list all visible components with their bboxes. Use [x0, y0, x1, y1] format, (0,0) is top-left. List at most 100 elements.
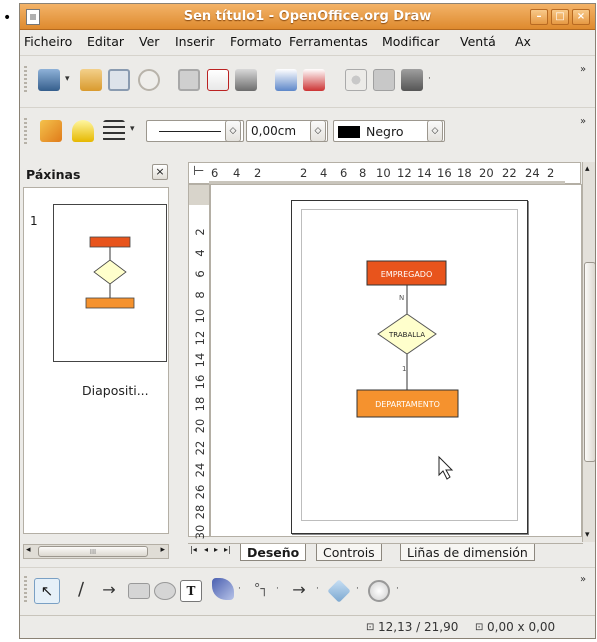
email-icon[interactable]: [138, 69, 160, 91]
vertical-ruler[interactable]: 2 4 6 8 10 12 14 16 18 20 22 24 26 28 30: [188, 184, 210, 540]
lines-arrows-icon[interactable]: →: [288, 580, 310, 602]
line-style-field[interactable]: ◇: [146, 120, 244, 142]
ruler-tick: 16: [193, 374, 207, 390]
ruler-tick: 10: [193, 308, 207, 324]
line-color-field[interactable]: Negro ◇: [333, 120, 445, 142]
toolbar-overflow-icon[interactable]: »: [580, 116, 586, 127]
close-window-button[interactable]: ×: [572, 9, 590, 25]
curve-icon[interactable]: [212, 578, 234, 600]
menu-inserir[interactable]: Inserir: [175, 34, 215, 49]
scroll-thumb[interactable]: III: [38, 546, 148, 557]
line-color-dropdown[interactable]: ◇: [427, 120, 443, 142]
new-document-icon[interactable]: [38, 69, 60, 91]
ruler-tick: 24: [525, 166, 540, 180]
tab-stop-icon[interactable]: ⊢: [193, 164, 204, 179]
pages-panel-scrollbar[interactable]: ◂ III ▸: [23, 544, 169, 559]
tab-nav-prev-icon[interactable]: ◂: [204, 545, 208, 554]
status-size: 0,00 x 0,00: [487, 620, 556, 634]
chevron-down-icon[interactable]: ·: [396, 584, 399, 594]
arrow-line-icon[interactable]: →: [98, 580, 120, 602]
drawing-canvas[interactable]: EMPREGADO N TRABALLA 1 DEPARTAMENTO: [210, 184, 582, 537]
close-panel-button[interactable]: ×: [152, 164, 168, 180]
toolbar-overflow-icon[interactable]: »: [580, 574, 586, 585]
tab-nav-first-icon[interactable]: |◂: [190, 545, 197, 554]
tab-nav-next-icon[interactable]: ▸: [214, 545, 218, 554]
pages-panel-title: Páxinas: [26, 167, 81, 182]
auto-spellcheck-icon[interactable]: [303, 69, 325, 91]
position-icon: ⊡: [366, 622, 375, 633]
scroll-down-icon[interactable]: ▾: [585, 530, 590, 540]
scroll-right-icon[interactable]: ▸: [160, 545, 165, 555]
text-icon[interactable]: T: [180, 580, 202, 602]
chevron-down-icon[interactable]: ·: [276, 584, 279, 594]
chevron-down-icon[interactable]: ·: [238, 584, 241, 594]
line-style-icon[interactable]: [40, 120, 62, 142]
minimize-button[interactable]: –: [530, 9, 548, 25]
menu-ficheiro[interactable]: Ficheiro: [24, 34, 72, 49]
ruler-tick: 14: [417, 166, 432, 180]
toolbar-grip[interactable]: [24, 118, 27, 146]
chevron-down-icon[interactable]: ▾: [130, 124, 135, 134]
ruler-tick: 4: [233, 166, 241, 180]
connector-icon[interactable]: °┐: [250, 580, 272, 602]
ruler-tick: 10: [376, 166, 391, 180]
symbol-shapes-icon[interactable]: [368, 580, 390, 602]
title-bar[interactable]: Sen título1 - OpenOffice.org Draw – □ ×: [20, 4, 595, 30]
export-pdf-icon[interactable]: [207, 69, 229, 91]
toolbar-overflow-icon[interactable]: »: [580, 64, 586, 75]
chevron-down-icon[interactable]: ·: [356, 584, 359, 594]
paste-dropdown-icon[interactable]: ·: [428, 74, 431, 84]
er-diagram: EMPREGADO N TRABALLA 1 DEPARTAMENTO: [356, 260, 459, 480]
horizontal-ruler[interactable]: ⊢ 6 4 2 2 4 6 8 10 12 14 16 18 20 22 24 …: [188, 162, 581, 184]
mouse-cursor-icon: [438, 455, 454, 480]
basic-shapes-icon[interactable]: [327, 579, 351, 603]
scroll-left-icon[interactable]: ◂: [26, 545, 31, 555]
scroll-up-icon[interactable]: ▴: [585, 164, 590, 174]
menu-ver[interactable]: Ver: [139, 34, 159, 49]
tab-nav-last-icon[interactable]: ▸|: [224, 545, 231, 554]
ruler-tick: 22: [193, 440, 207, 456]
menu-editar[interactable]: Editar: [87, 34, 124, 49]
tab-linas-dimension[interactable]: Liñas de dimensión: [400, 544, 535, 561]
menu-venta[interactable]: Ventá: [460, 34, 496, 49]
ruler-tick: 8: [359, 166, 367, 180]
menu-axuda[interactable]: Ax: [515, 34, 531, 49]
toolbar-grip[interactable]: [24, 66, 27, 94]
edit-file-icon[interactable]: [178, 69, 200, 91]
line-width-spinner[interactable]: ◇: [310, 120, 326, 142]
scroll-thumb[interactable]: [584, 262, 595, 462]
tab-deseno[interactable]: Deseño: [240, 544, 307, 561]
vertical-scrollbar[interactable]: ▴ ▾: [582, 162, 595, 542]
rectangle-icon[interactable]: [128, 583, 150, 599]
color-swatch: [338, 126, 360, 138]
cut-icon[interactable]: [345, 69, 367, 91]
copy-icon[interactable]: [373, 69, 395, 91]
ruler-tick: 2: [254, 166, 262, 180]
chevron-down-icon[interactable]: ▾: [65, 74, 70, 84]
line-style-dropdown[interactable]: ◇: [225, 120, 241, 142]
paste-icon[interactable]: [401, 69, 423, 91]
line-icon[interactable]: ∕: [70, 580, 92, 602]
open-folder-icon[interactable]: [80, 69, 102, 91]
area-fill-icon[interactable]: [72, 120, 94, 142]
menu-modificar[interactable]: Modificar: [382, 34, 439, 49]
save-icon[interactable]: [108, 69, 130, 91]
page-thumbnail[interactable]: [53, 204, 167, 362]
toolbar-grip[interactable]: [24, 576, 27, 604]
maximize-button[interactable]: □: [551, 9, 569, 25]
arrow-style-icon[interactable]: [103, 120, 125, 142]
ruler-tick: 12: [397, 166, 412, 180]
ruler-tick: 20: [479, 166, 494, 180]
select-icon[interactable]: ↖: [34, 578, 60, 604]
tab-controis[interactable]: Controis: [316, 544, 382, 561]
ellipse-icon[interactable]: [154, 582, 176, 600]
ruler-tick: 8: [193, 291, 207, 299]
menu-formato[interactable]: Formato: [230, 34, 282, 49]
spellcheck-icon[interactable]: [275, 69, 297, 91]
line-width-field[interactable]: 0,00cm ◇: [246, 120, 328, 142]
print-icon[interactable]: [235, 69, 257, 91]
chevron-down-icon[interactable]: ·: [316, 584, 319, 594]
page-number: 1: [30, 214, 38, 228]
ruler-tick: 30: [193, 524, 207, 540]
menu-ferramentas[interactable]: Ferramentas: [289, 34, 368, 49]
